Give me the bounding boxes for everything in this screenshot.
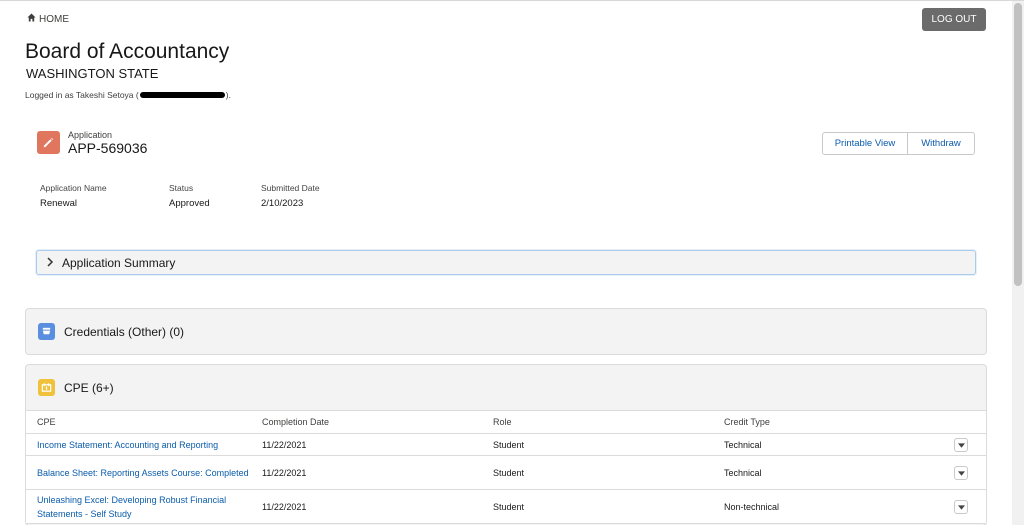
application-summary-label: Application Summary — [62, 255, 176, 270]
chevron-down-icon — [957, 502, 965, 512]
status-label: Status — [169, 183, 194, 193]
submitted-date-value: 2/10/2023 — [261, 198, 304, 209]
table-row: Balance Sheet: Reporting Assets Course: … — [26, 455, 986, 490]
completion-date-cell: 11/22/2021 — [251, 433, 482, 456]
role-cell: Student — [482, 455, 713, 490]
cpe-link[interactable]: Income Statement: Accounting and Reporti… — [37, 440, 218, 450]
cpe-link[interactable]: Balance Sheet: Reporting Assets Course: … — [37, 468, 249, 478]
credentials-title: Credentials (Other) (0) — [64, 324, 185, 339]
column-header-cpe[interactable]: CPE — [26, 410, 251, 434]
row-action-cell — [943, 433, 986, 456]
table-row: Unleashing Excel: Developing Robust Fina… — [26, 489, 986, 524]
credentials-card: Credentials (Other) (0) — [25, 308, 987, 355]
column-header-completion-date[interactable]: Completion Date — [251, 410, 482, 434]
scrollbar-thumb[interactable] — [1014, 3, 1022, 286]
credit-type-cell: Technical — [713, 433, 943, 456]
printable-view-button[interactable]: Printable View — [823, 133, 908, 154]
logged-in-text: Logged in as Takeshi Setoya ( ). — [25, 90, 231, 100]
row-menu-button[interactable] — [954, 499, 968, 514]
status-value: Approved — [169, 198, 210, 209]
completion-date-cell: 11/22/2021 — [251, 489, 482, 524]
home-icon — [27, 13, 36, 25]
row-action-cell — [943, 455, 986, 490]
home-label: HOME — [39, 13, 69, 25]
application-summary-toggle[interactable]: Application Summary — [36, 250, 976, 275]
submitted-date-field: Submitted Date 2/10/2023 — [261, 183, 320, 209]
cpe-link[interactable]: Unleashing Excel: Developing Robust Fina… — [37, 495, 226, 519]
column-header-actions — [943, 410, 986, 434]
application-name-value: Renewal — [40, 198, 77, 209]
action-button-group: Printable View Withdraw — [822, 132, 975, 155]
column-header-role[interactable]: Role — [482, 410, 713, 434]
lightbox-icon — [38, 379, 55, 396]
chevron-right-icon — [46, 256, 54, 270]
credentials-header: Credentials (Other) (0) — [26, 309, 986, 354]
cpe-cell: Balance Sheet: Reporting Assets Course: … — [26, 455, 251, 490]
cpe-cell: Unleashing Excel: Developing Robust Fina… — [26, 489, 251, 524]
cpe-header: CPE (6+) — [26, 365, 986, 410]
home-link[interactable]: HOME — [27, 13, 69, 25]
cpe-title: CPE (6+) — [64, 380, 114, 395]
chevron-down-icon — [957, 468, 965, 478]
row-action-cell — [943, 489, 986, 524]
badge-icon — [38, 323, 55, 340]
column-header-credit-type[interactable]: Credit Type — [713, 410, 943, 434]
submitted-date-label: Submitted Date — [261, 183, 320, 193]
row-menu-button[interactable] — [954, 437, 968, 452]
application-name-label: Application Name — [40, 183, 107, 193]
status-field: Status Approved — [169, 183, 210, 209]
role-cell: Student — [482, 433, 713, 456]
redacted-email — [139, 92, 225, 98]
completion-date-cell: 11/22/2021 — [251, 455, 482, 490]
application-id: APP-569036 — [68, 140, 148, 156]
vertical-scrollbar[interactable] — [1012, 1, 1024, 525]
withdraw-button[interactable]: Withdraw — [908, 133, 974, 154]
application-label: Application — [68, 130, 113, 140]
chevron-down-icon — [957, 440, 965, 450]
table-header-row: CPE Completion Date Role Credit Type — [26, 410, 986, 434]
page-title: Board of Accountancy — [25, 40, 230, 63]
cpe-card: CPE (6+) CPE Completion Date Role Credit… — [25, 364, 987, 525]
logged-in-prefix: Logged in as Takeshi Setoya ( — [25, 90, 139, 100]
logout-button[interactable]: LOG OUT — [922, 8, 986, 31]
page-subtitle: WASHINGTON STATE — [26, 66, 159, 81]
cpe-cell: Income Statement: Accounting and Reporti… — [26, 433, 251, 456]
cpe-table: CPE Completion Date Role Credit Type Inc… — [26, 410, 986, 524]
table-row: Income Statement: Accounting and Reporti… — [26, 433, 986, 456]
role-cell: Student — [482, 489, 713, 524]
logged-in-suffix: ). — [225, 90, 231, 100]
credit-type-cell: Technical — [713, 455, 943, 490]
row-menu-button[interactable] — [954, 465, 968, 480]
credit-type-cell: Non-technical — [713, 489, 943, 524]
pencil-icon — [37, 131, 60, 154]
application-name-field: Application Name Renewal — [40, 183, 107, 209]
